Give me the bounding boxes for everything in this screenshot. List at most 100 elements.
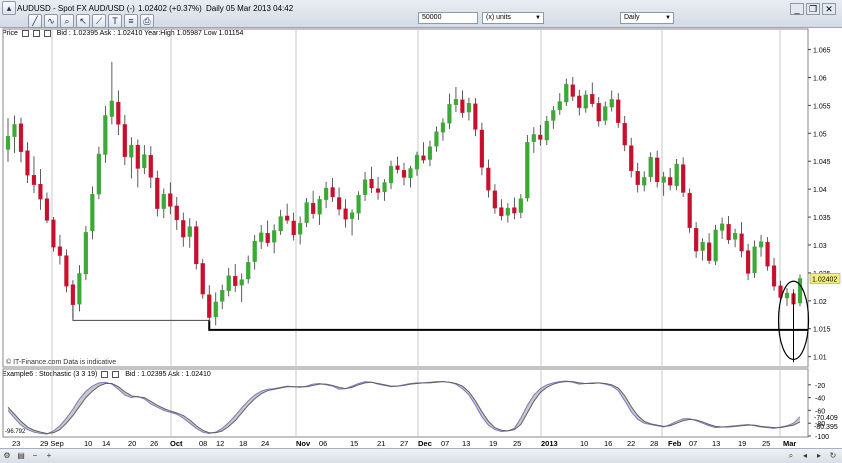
price-tick-label: 1.045 [813, 159, 831, 166]
candle-body [213, 301, 218, 318]
candle-body [246, 262, 251, 280]
candle-body [661, 176, 666, 183]
candle-body [421, 155, 426, 161]
candle-body [291, 220, 296, 236]
candle-body [752, 246, 757, 274]
stoch-value-label: -80.395 [814, 424, 838, 431]
candle-body [453, 99, 459, 106]
candle-body [544, 120, 549, 141]
candle-body [577, 95, 582, 108]
candle-body [674, 163, 679, 186]
candle-body [694, 228, 699, 252]
candle-body [687, 192, 692, 228]
candle-body [12, 124, 17, 137]
candle-body [129, 144, 134, 158]
candle-body [570, 84, 575, 97]
x-tick-label: Mar [783, 439, 796, 448]
price-tick-label: 1.015 [813, 327, 831, 334]
refresh-icon[interactable]: ↻ [828, 451, 838, 460]
price-tick-label: 1.04 [813, 187, 827, 194]
x-tick-label: 12 [216, 439, 224, 448]
x-tick-label: 26 [150, 439, 158, 448]
candle-body [765, 242, 770, 267]
x-tick-label: 06 [319, 439, 327, 448]
candle-body [174, 205, 179, 221]
candle-body [298, 223, 303, 235]
zoom-in-icon[interactable]: + [44, 451, 54, 460]
candle-body [655, 157, 660, 183]
candle-body [44, 198, 50, 221]
support-line-1 [72, 304, 210, 321]
candle-body [220, 290, 225, 302]
candle-body [148, 154, 153, 178]
candle-body [70, 284, 76, 305]
candle-body [648, 157, 653, 178]
candle-body [239, 279, 244, 286]
scroll-right-icon[interactable]: ▸ [814, 451, 824, 460]
candle-body [726, 224, 731, 241]
candle-body [343, 208, 348, 220]
candle-body [642, 177, 647, 186]
candle-body [265, 233, 270, 243]
candle-body [109, 100, 114, 117]
candle-body [486, 167, 491, 191]
candle-body [518, 198, 523, 213]
x-tick-label: 19 [738, 439, 746, 448]
candle-body [317, 199, 322, 215]
candle-body [187, 226, 192, 237]
price-tick-label: 1.055 [813, 103, 831, 110]
stoch-slow-line [7, 381, 801, 434]
candle-body [732, 233, 738, 240]
x-tick-label: 08 [199, 439, 207, 448]
zoom-out-icon[interactable]: − [30, 451, 40, 460]
candle-body [90, 194, 95, 232]
candle-body [758, 241, 764, 248]
x-tick-label: 2013 [541, 439, 558, 448]
x-tick-label: 25 [513, 439, 521, 448]
x-tick-label: 20 [128, 439, 136, 448]
candle-body [200, 263, 205, 295]
layout-icon[interactable]: ▤ [16, 451, 26, 460]
stoch-value-label: -70.409 [814, 415, 838, 422]
candle-body [285, 215, 290, 221]
x-tick-label: 23 [12, 439, 20, 448]
x-tick-label: 24 [261, 439, 269, 448]
candle-body [272, 230, 277, 243]
candle-body [466, 103, 472, 113]
candle-body [116, 101, 121, 125]
scroll-left-icon[interactable]: ◂ [800, 451, 810, 460]
candle-body [304, 202, 309, 223]
candle-body [557, 101, 562, 111]
candle-body [434, 131, 439, 147]
candle-body [460, 99, 465, 113]
candle-body [38, 183, 43, 200]
stoch-tick-label: -40 [815, 396, 825, 403]
x-tick-label: 22 [627, 439, 635, 448]
candle-body [18, 123, 24, 152]
settings-icon[interactable]: ⚙ [2, 451, 12, 460]
candle-body [207, 294, 212, 318]
price-chart[interactable]: 1.011.0151.021.0251.031.0351.041.0451.05… [0, 0, 842, 462]
candle-body [609, 99, 614, 108]
candle-body [525, 142, 530, 199]
candle-body [349, 212, 355, 219]
candle-body [356, 195, 361, 214]
x-tick-label: 25 [762, 439, 770, 448]
x-tick-label: 27 [400, 439, 408, 448]
candle-body [505, 207, 510, 216]
candle-body [681, 164, 686, 193]
support-line-2 [208, 320, 808, 331]
x-tick-label: 29 Sep [40, 439, 64, 448]
zoom-fit-icon[interactable]: ⌕ [786, 451, 796, 460]
watermark-text: © IT-Finance.com Data is indicative [6, 358, 116, 366]
x-tick-label: 19 [489, 439, 497, 448]
candle-body [473, 103, 478, 130]
price-panel-frame [2, 28, 809, 368]
candle-body [401, 170, 407, 178]
candle-body [622, 123, 627, 146]
x-tick-label: 13 [462, 439, 470, 448]
x-tick-label: 10 [84, 439, 92, 448]
x-tick-label: 14 [102, 439, 110, 448]
candle-body [330, 187, 335, 198]
candle-body [771, 265, 777, 287]
